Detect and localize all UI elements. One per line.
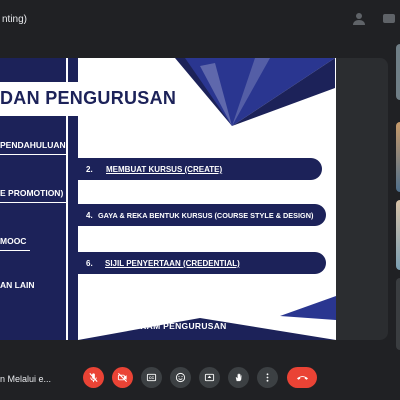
presenter-name: n Melalui e...: [0, 374, 52, 384]
raise-hand-icon: [235, 373, 242, 382]
agenda-pill-label: GAYA & REKA BENTUK KURSUS (COURSE STYLE …: [98, 211, 314, 220]
svg-text:CC: CC: [149, 376, 155, 380]
more-options-button[interactable]: [257, 367, 278, 388]
participant-tile[interactable]: [396, 122, 400, 192]
agenda-pill-label: MEMBUAT KURSUS (CREATE): [106, 165, 223, 174]
left-item-label: MOOC: [0, 236, 27, 246]
agenda-pill-number: 4.: [86, 211, 93, 220]
participant-tile[interactable]: [396, 200, 400, 270]
meet-window: nting) DAN PENGURUSAN PENDAHULUAN E PROM…: [0, 0, 400, 400]
left-item-underline: [0, 250, 30, 251]
people-icon[interactable]: [350, 10, 368, 28]
agenda-pill-label: SIJIL PENYERTAAN (CREDENTIAL): [105, 259, 240, 268]
captions-button[interactable]: CC: [141, 367, 162, 388]
camera-off-icon: [117, 372, 128, 383]
left-item-underline: [0, 154, 68, 155]
agenda-pill-number: 2.: [86, 165, 93, 174]
present-icon: [204, 373, 215, 382]
slide-title: DAN PENGURUSAN: [0, 88, 177, 108]
present-button[interactable]: [199, 367, 220, 388]
camera-button[interactable]: [112, 367, 133, 388]
top-bar: nting): [0, 0, 400, 40]
participant-tile[interactable]: [396, 44, 400, 100]
left-item-label: E PROMOTION): [0, 188, 64, 198]
captions-icon: CC: [146, 373, 157, 382]
chat-icon[interactable]: [380, 10, 398, 28]
agenda-pill-number: 6.: [86, 259, 93, 268]
reactions-button[interactable]: [170, 367, 191, 388]
emoji-icon: [175, 372, 186, 383]
mic-button[interactable]: [83, 367, 104, 388]
end-call-icon: [296, 376, 308, 380]
left-item-underline: [0, 202, 68, 203]
end-call-button[interactable]: [287, 367, 317, 388]
left-item-label: PENDAHULUAN: [0, 140, 66, 150]
meeting-title: nting): [2, 14, 28, 25]
more-options-icon: [266, 373, 269, 382]
presentation-stage: DAN PENGURUSAN PENDAHULUAN E PROMOTION) …: [0, 58, 388, 340]
mic-off-icon: [89, 373, 98, 383]
slide-footer: PROGRAM PENGURUSAN: [114, 321, 227, 331]
participant-tile[interactable]: [396, 278, 400, 350]
left-item-label: AN LAIN: [0, 280, 35, 290]
shared-slide: DAN PENGURUSAN PENDAHULUAN E PROMOTION) …: [0, 58, 336, 340]
raise-hand-button[interactable]: [228, 367, 249, 388]
